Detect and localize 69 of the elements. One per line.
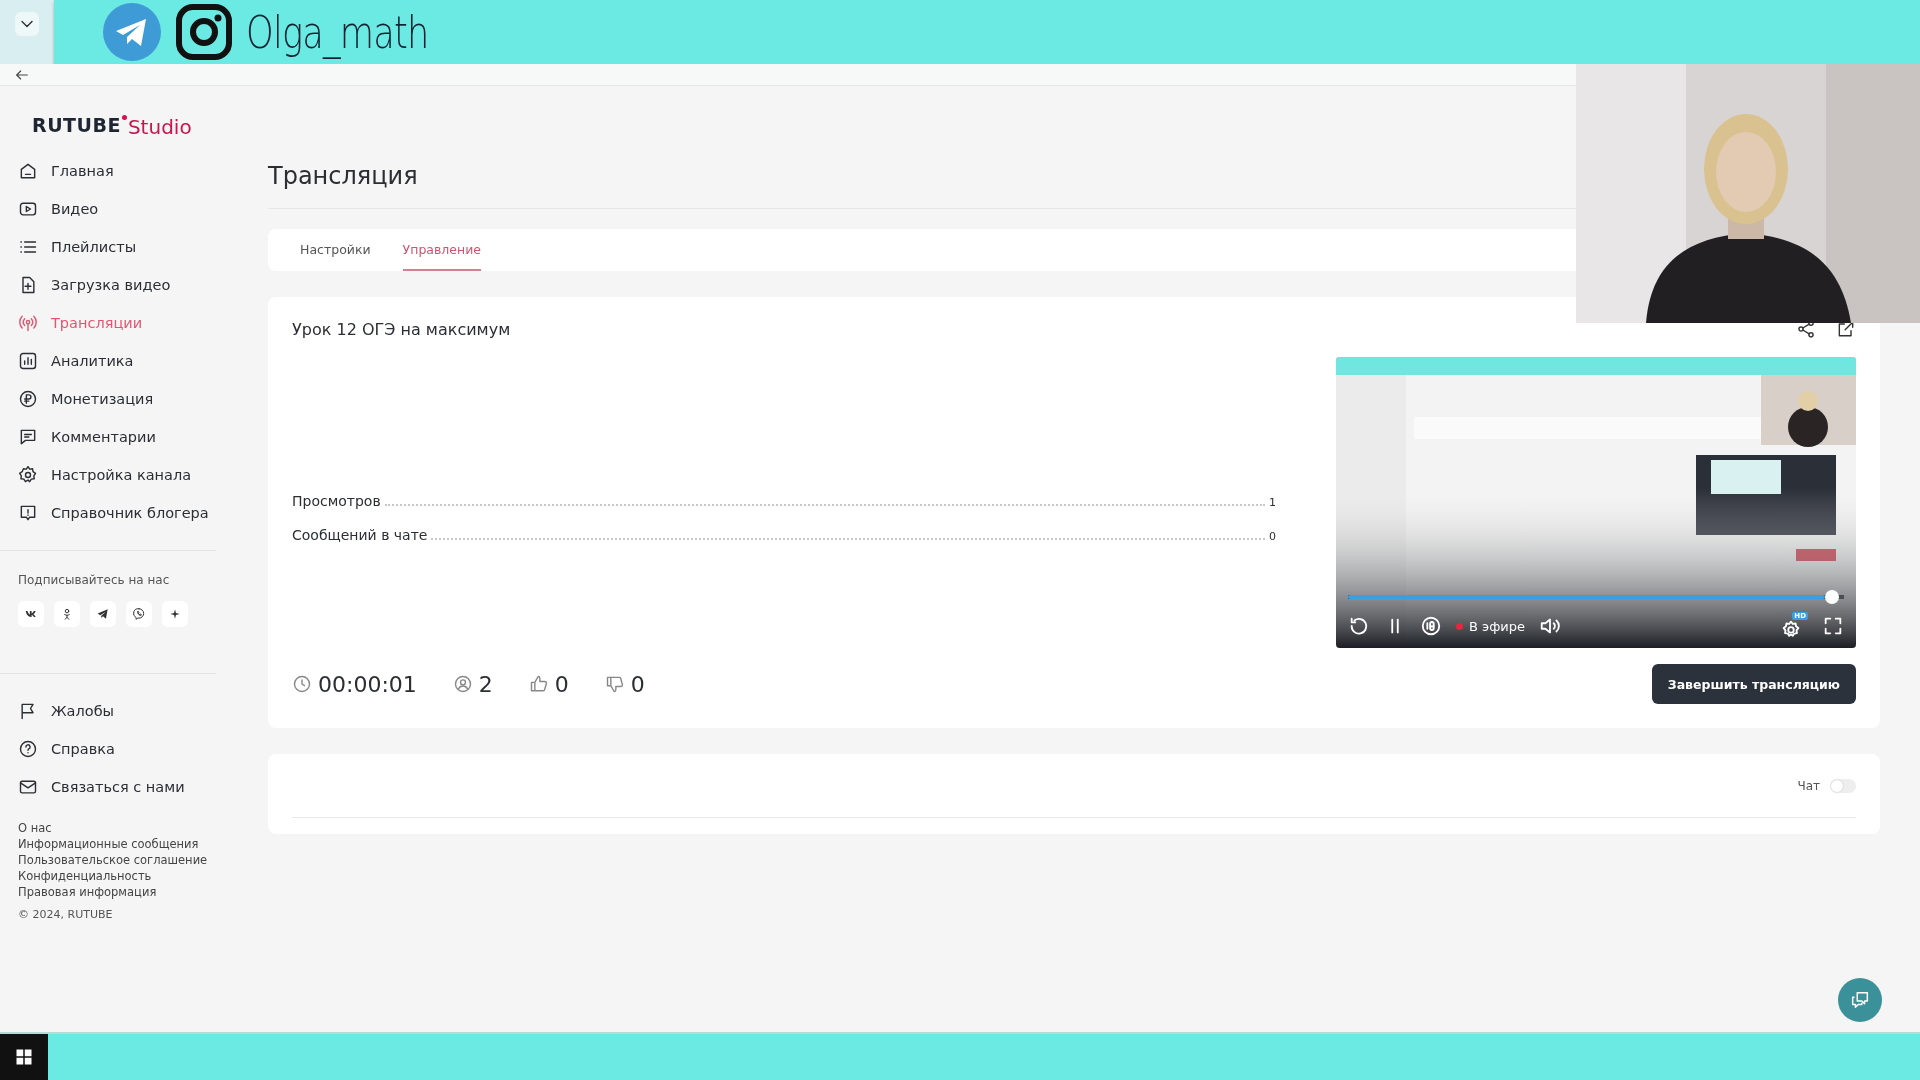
chevron-down-icon[interactable] <box>15 12 39 36</box>
ruble-icon <box>18 389 38 409</box>
tab[interactable]: Управление <box>402 229 481 271</box>
logo-dot <box>121 115 127 120</box>
tab[interactable]: Настройки <box>300 229 371 271</box>
sidebar-item[interactable]: Комментарии <box>18 418 156 456</box>
user-icon <box>452 674 473 694</box>
telegram-icon <box>96 607 110 621</box>
telegram-icon <box>102 2 162 62</box>
footer-link[interactable]: Информационные сообщения <box>18 836 199 852</box>
support-chat-button[interactable] <box>1838 978 1882 1022</box>
footer-link[interactable]: Конфиденциальность <box>18 868 152 884</box>
sidebar-item[interactable]: Главная <box>18 152 114 190</box>
thumbs-down-icon <box>604 674 625 694</box>
copyright-text: © 2024, RUTUBE <box>18 908 113 921</box>
settings-icon <box>18 465 38 485</box>
sidebar-item[interactable]: Справочник блогера <box>18 494 209 532</box>
replay-icon[interactable] <box>1348 615 1370 637</box>
home-icon <box>18 161 38 181</box>
fullscreen-icon[interactable] <box>1822 615 1844 637</box>
sidebar-item[interactable]: Аналитика <box>18 342 134 380</box>
footer-link[interactable]: О нас <box>18 820 52 836</box>
sidebar-item[interactable]: Справка <box>18 730 115 768</box>
stat-value: 1 <box>1269 495 1276 509</box>
rewind-ten-icon[interactable] <box>1420 615 1442 637</box>
sidebar-item[interactable]: Загрузка видео <box>18 266 171 304</box>
start-button[interactable] <box>0 1034 48 1080</box>
social-button[interactable] <box>18 601 44 627</box>
mail-icon <box>18 777 38 797</box>
stat-label: Просмотров <box>292 492 381 509</box>
broadcast-icon <box>18 313 38 333</box>
sidebar-item[interactable]: Связаться с нами <box>18 768 185 806</box>
stat-value: 0 <box>1269 529 1276 543</box>
social-button[interactable] <box>126 601 152 627</box>
live-indicator: В эфире <box>1456 618 1525 634</box>
sidebar-item[interactable]: Плейлисты <box>18 228 137 266</box>
phone-bubble-icon <box>132 607 146 621</box>
chat-toggle[interactable] <box>1830 778 1856 793</box>
sidebar-item[interactable]: Видео <box>18 190 99 228</box>
windows-icon <box>15 1048 33 1066</box>
counter-value: 00:00:01 <box>318 671 417 697</box>
sidebar-item[interactable]: Монетизация <box>18 380 154 418</box>
counter-value: 0 <box>630 671 645 697</box>
bar-chart-icon <box>18 351 38 371</box>
comment-icon <box>18 427 38 447</box>
sidebar-item[interactable]: Жалобы <box>18 692 115 730</box>
settings-icon <box>1780 618 1802 640</box>
counter-value: 2 <box>478 671 493 697</box>
thumbs-up-icon <box>528 674 549 694</box>
progress-handle[interactable] <box>1825 590 1840 604</box>
handle-text: Olga_math <box>246 6 429 58</box>
section-label: Подписывайтесь на нас <box>18 573 171 587</box>
sidebar-item[interactable]: Настройка канала <box>18 456 192 494</box>
footer-link[interactable]: Пользовательское соглашение <box>18 852 208 868</box>
play-icon <box>18 199 38 219</box>
camera-icon <box>174 2 234 62</box>
end-stream-button[interactable]: Завершить трансляцию <box>1651 664 1856 704</box>
logo-text: Studio <box>127 115 192 139</box>
stream-title: Урок 12 ОГЭ на максимум <box>292 319 511 339</box>
logo-text: RUTUBE <box>32 114 121 136</box>
info-icon <box>18 503 38 523</box>
footer-link[interactable]: Правовая информация <box>18 884 157 900</box>
clock-icon <box>292 674 312 694</box>
help-icon <box>18 739 38 759</box>
counter-value: 0 <box>554 671 569 697</box>
stat-label: Сообщений в чате <box>292 526 428 543</box>
chat-bubbles-icon <box>1849 989 1871 1011</box>
social-button[interactable] <box>90 601 116 627</box>
toggle-label: Чат <box>1797 778 1820 793</box>
